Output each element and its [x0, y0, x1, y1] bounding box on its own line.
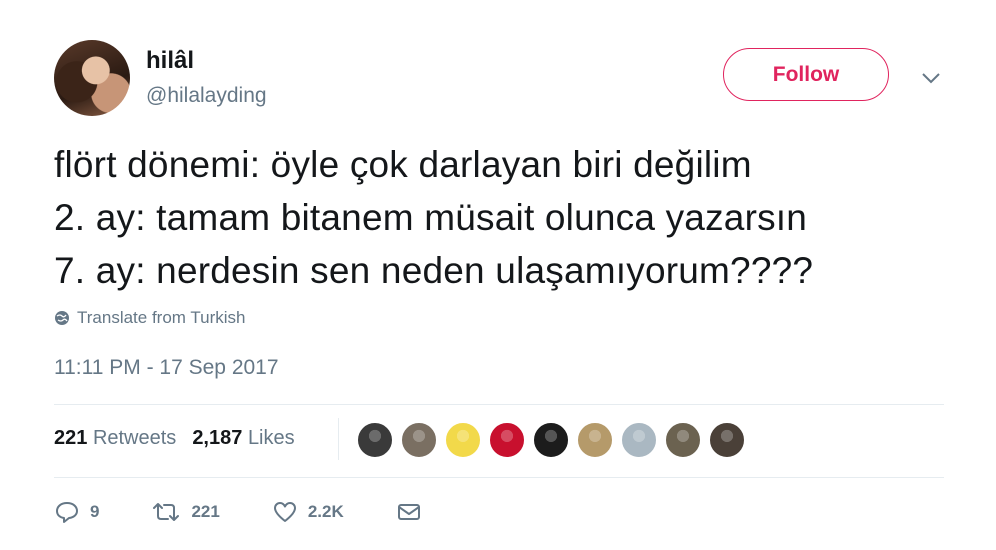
direct-message-button[interactable] [396, 501, 422, 523]
likes-label: Likes [247, 427, 295, 449]
tweet-timestamp[interactable]: 11:11 PM - 17 Sep 2017 [54, 356, 279, 380]
divider [54, 404, 944, 405]
user-handle[interactable]: @hilalayding [146, 84, 267, 108]
globe-icon [55, 311, 69, 325]
like-count: 2.2K [307, 502, 344, 521]
tweet-text-line-3: 7. ay: nerdesin sen neden ulaşamıyorum??… [54, 250, 814, 291]
engagement-stats: 221 Retweets 2,187 Likes [54, 427, 295, 450]
retweets-label: Retweets [92, 427, 177, 449]
tweet-text-line-1: flört dönemi: öyle çok darlayan biri değ… [54, 144, 752, 185]
liker-avatar[interactable] [400, 421, 438, 459]
retweets-stat[interactable]: 221 Retweets [54, 427, 176, 450]
translate-label: Translate from Turkish [77, 308, 246, 327]
liked-by-avatars [356, 421, 746, 459]
chevron-down-icon[interactable] [920, 68, 942, 88]
translate-link[interactable]: Translate from Turkish [54, 308, 245, 328]
retweet-icon [153, 503, 180, 521]
retweet-count: 221 [191, 502, 220, 521]
liker-avatar[interactable] [708, 421, 746, 459]
avatar[interactable] [54, 40, 130, 116]
reply-count: 9 [90, 502, 100, 521]
liker-avatar[interactable] [532, 421, 570, 459]
heart-icon [273, 502, 296, 522]
tweet-actions: 9 221 2.2K [54, 500, 474, 524]
reply-icon [56, 502, 78, 523]
liker-avatar[interactable] [576, 421, 614, 459]
stats-separator [338, 418, 339, 460]
display-name[interactable]: hilâl [146, 47, 194, 75]
liker-avatar[interactable] [488, 421, 526, 459]
tweet-text-line-2: 2. ay: tamam bitanem müsait olunca yazar… [54, 197, 808, 238]
divider [54, 477, 944, 478]
retweets-count: 221 [54, 427, 88, 449]
liker-avatar[interactable] [444, 421, 482, 459]
envelope-icon [397, 504, 420, 520]
likes-stat[interactable]: 2,187 Likes [192, 427, 294, 450]
liker-avatar[interactable] [356, 421, 394, 459]
likes-count: 2,187 [192, 427, 243, 449]
like-button[interactable]: 2.2K [272, 500, 344, 524]
reply-button[interactable]: 9 [54, 500, 99, 524]
retweet-button[interactable]: 221 [151, 500, 220, 524]
liker-avatar[interactable] [620, 421, 658, 459]
follow-button[interactable]: Follow [723, 48, 889, 101]
liker-avatar[interactable] [664, 421, 702, 459]
